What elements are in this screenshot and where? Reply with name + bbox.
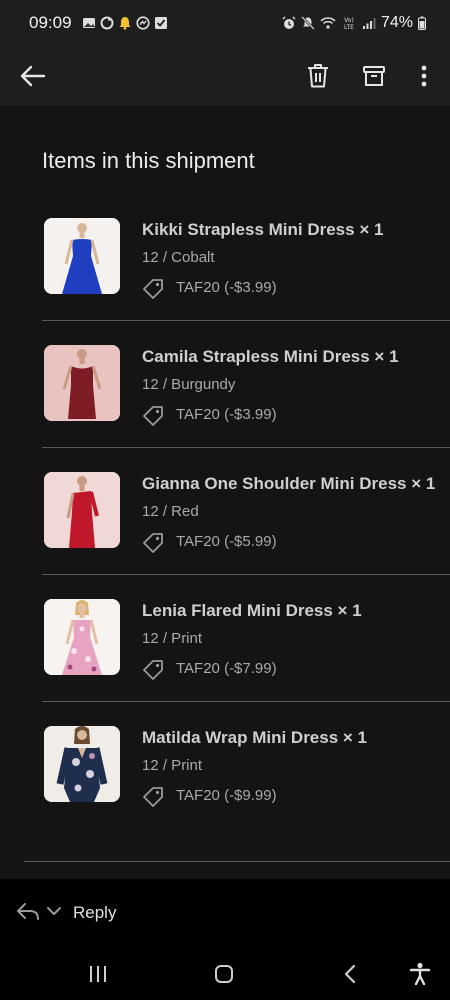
email-body: Items in this shipment Kikki Strapless M… — [0, 106, 450, 879]
sync-icon — [100, 16, 114, 30]
home-button[interactable] — [211, 961, 237, 987]
archive-button[interactable] — [356, 58, 392, 94]
shipment-item: Kikki Strapless Mini Dress × 1 12 / Coba… — [42, 206, 450, 333]
messenger-icon — [136, 16, 150, 30]
volte-icon: Vo)LTE — [344, 17, 354, 30]
item-variant: 12 / Cobalt — [142, 249, 215, 266]
status-time: 09:09 — [29, 13, 72, 32]
shipment-item: Camila Strapless Mini Dress × 1 12 / Bur… — [42, 333, 450, 460]
delete-button[interactable] — [300, 58, 336, 94]
shipment-title: Items in this shipment — [42, 148, 255, 173]
wifi-icon — [320, 17, 336, 29]
status-bar: 09:09 Vo) LTE 74% — [0, 0, 450, 46]
section-divider — [24, 861, 450, 862]
reply-bar: Reply — [0, 879, 450, 945]
more-vert-icon — [421, 65, 427, 87]
battery-percent: 74% — [380, 14, 413, 31]
back-icon — [344, 964, 356, 984]
check-box-icon — [155, 17, 167, 29]
recent-apps-icon — [90, 966, 106, 982]
tag-icon — [143, 406, 163, 426]
item-promo: TAF20 (-$3.99) — [176, 279, 277, 296]
system-nav-bar — [0, 945, 450, 1000]
item-promo: TAF20 (-$7.99) — [176, 660, 277, 677]
archive-icon — [363, 66, 385, 86]
product-image[interactable] — [44, 726, 120, 802]
item-variant: 12 / Red — [142, 503, 199, 520]
more-options-button[interactable] — [406, 58, 442, 94]
item-divider — [42, 701, 450, 702]
reply-icon[interactable] — [16, 901, 40, 921]
svg-text:LTE: LTE — [344, 24, 354, 30]
system-back-button[interactable] — [337, 961, 363, 987]
back-button[interactable] — [15, 58, 51, 94]
item-variant: 12 / Print — [142, 630, 203, 647]
item-promo: TAF20 (-$9.99) — [176, 787, 277, 804]
item-name: Lenia Flared Mini Dress × 1 — [142, 601, 362, 620]
item-name: Gianna One Shoulder Mini Dress × 1 — [142, 474, 436, 493]
item-variant: 12 / Print — [142, 757, 203, 774]
item-name: Matilda Wrap Mini Dress × 1 — [142, 728, 368, 747]
chevron-down-icon[interactable] — [46, 905, 62, 917]
item-divider — [42, 574, 450, 575]
accessibility-icon — [409, 962, 431, 986]
item-name: Camila Strapless Mini Dress × 1 — [142, 347, 399, 366]
shipment-item: Gianna One Shoulder Mini Dress × 1 12 / … — [42, 460, 450, 587]
tag-icon — [143, 660, 163, 680]
notification-icons — [82, 16, 168, 30]
item-divider — [42, 447, 450, 448]
accessibility-button[interactable] — [407, 961, 433, 987]
tag-icon — [143, 787, 163, 807]
mute-icon — [301, 16, 315, 30]
shipment-item: Matilda Wrap Mini Dress × 1 12 / Print T… — [42, 714, 450, 841]
bell-icon — [119, 17, 131, 30]
shipment-item: Lenia Flared Mini Dress × 1 12 / Print T… — [42, 587, 450, 714]
svg-text:Vo): Vo) — [344, 17, 354, 24]
recent-apps-button[interactable] — [85, 961, 111, 987]
home-icon — [215, 965, 233, 983]
reply-button[interactable]: Reply — [73, 903, 116, 923]
item-name: Kikki Strapless Mini Dress × 1 — [142, 220, 384, 239]
signal-icon — [362, 18, 376, 29]
product-image[interactable] — [44, 472, 120, 548]
tag-icon — [143, 279, 163, 299]
item-divider — [42, 320, 450, 321]
app-bar — [0, 46, 450, 106]
trash-icon — [308, 64, 328, 88]
item-variant: 12 / Burgundy — [142, 376, 236, 393]
battery-icon — [418, 16, 426, 30]
tag-icon — [143, 533, 163, 553]
product-image[interactable] — [44, 218, 120, 294]
item-promo: TAF20 (-$5.99) — [176, 533, 277, 550]
alarm-icon — [282, 16, 296, 29]
gallery-icon — [83, 18, 95, 28]
item-promo: TAF20 (-$3.99) — [176, 406, 277, 423]
status-right: Vo) LTE 74% — [282, 14, 426, 32]
product-image[interactable] — [44, 599, 120, 675]
product-image[interactable] — [44, 345, 120, 421]
back-arrow-icon — [20, 65, 46, 87]
